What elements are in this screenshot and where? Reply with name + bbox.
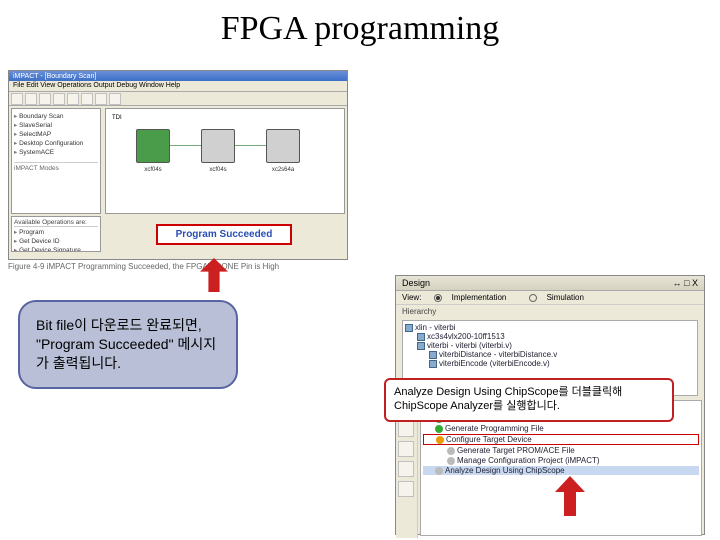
program-succeeded-text: Program Succeeded (176, 229, 273, 240)
impact-window: iMPACT - [Boundary Scan] File Edit View … (8, 70, 348, 260)
chip-icon (417, 333, 425, 341)
op-item[interactable]: Get Device Signature (14, 246, 98, 252)
toolbar-button[interactable] (39, 93, 51, 105)
op-item[interactable]: Get Device ID (14, 237, 98, 245)
hierarchy-item[interactable]: xc3s4vlx200-10ff1513 (405, 332, 695, 341)
tree-item[interactable]: Boundary Scan (14, 112, 98, 120)
tab-label: iMPACT Modes (14, 162, 98, 172)
ops-heading: Available Operations are: (14, 219, 98, 227)
tree-item[interactable]: Desktop Configuration (14, 139, 98, 147)
process-text: Analyze Design Using ChipScope (445, 466, 565, 475)
hierarchy-item[interactable]: xlin - viterbi (405, 323, 695, 332)
hierarchy-text: xlin - viterbi (415, 323, 455, 332)
sidebar-button[interactable] (398, 461, 414, 477)
program-succeeded-highlight: Program Succeeded (156, 224, 293, 245)
module-icon (417, 342, 425, 350)
impact-menubar[interactable]: File Edit View Operations Output Debug W… (9, 81, 347, 92)
hierarchy-item[interactable]: viterbiEncode (viterbiEncode.v) (405, 359, 695, 368)
radio-implementation-label: Implementation (452, 293, 507, 302)
hierarchy-text: xc3s4vlx200-10ff1513 (427, 332, 505, 341)
radio-simulation-label: Simulation (547, 293, 584, 302)
tree-item[interactable]: SlaveSerial (14, 121, 98, 129)
process-analyze-chipscope[interactable]: Analyze Design Using ChipScope (423, 466, 699, 475)
device-label: xcf04s (193, 167, 243, 173)
device-chip[interactable] (201, 129, 235, 163)
process-text: Manage Configuration Project (iMPACT) (457, 456, 600, 465)
process-item[interactable]: Generate Programming File (423, 424, 699, 433)
callout-bitfile: Bit file이 다운로드 완료되면, "Program Succeeded"… (18, 300, 238, 389)
hierarchy-text: viterbi - viterbi (viterbi.v) (427, 341, 512, 350)
process-item[interactable]: Manage Configuration Project (iMPACT) (423, 456, 699, 465)
boundary-scan-canvas[interactable]: TDI xcf04s xcf04s xc2s64a (105, 108, 345, 214)
panel-controls-icon[interactable]: ↔ □ X (673, 278, 698, 288)
sidebar-button[interactable] (398, 441, 414, 457)
toolbar-button[interactable] (53, 93, 65, 105)
process-text: Generate Programming File (445, 424, 544, 433)
canvas-label: TDI (112, 115, 122, 121)
device-chip[interactable] (136, 129, 170, 163)
impact-titlebar: iMPACT - [Boundary Scan] (9, 71, 347, 81)
toolbar-button[interactable] (109, 93, 121, 105)
toolbar-button[interactable] (95, 93, 107, 105)
process-configure-target[interactable]: Configure Target Device (423, 434, 699, 445)
status-done-icon (435, 425, 443, 433)
tree-item[interactable]: SystemACE (14, 148, 98, 156)
status-idle-icon (447, 447, 455, 455)
status-area: Program Succeeded (103, 216, 345, 252)
modes-tree[interactable]: Boundary Scan SlaveSerial SelectMAP Desk… (11, 108, 101, 214)
slide-title: FPGA programming (0, 10, 720, 48)
status-warning-icon (436, 436, 444, 444)
view-mode-row: View: Implementation Simulation (396, 291, 704, 305)
impact-body: Boundary Scan SlaveSerial SelectMAP Desk… (9, 106, 347, 216)
design-title-text: Design (402, 278, 430, 288)
hierarchy-item[interactable]: viterbi - viterbi (viterbi.v) (405, 341, 695, 350)
hierarchy-item[interactable]: viterbiDistance - viterbiDistance.v (405, 350, 695, 359)
callout-chipscope: Analyze Design Using ChipScope를 더블클릭해 Ch… (384, 378, 674, 422)
toolbar-button[interactable] (81, 93, 93, 105)
toolbar-button[interactable] (11, 93, 23, 105)
sidebar-button[interactable] (398, 481, 414, 497)
design-titlebar: Design ↔ □ X (396, 276, 704, 291)
process-text: Generate Target PROM/ACE File (457, 446, 575, 455)
toolbar-button[interactable] (25, 93, 37, 105)
impact-bottom: Available Operations are: Program Get De… (9, 216, 347, 254)
hierarchy-text: viterbiEncode (viterbiEncode.v) (439, 359, 550, 368)
process-text: Configure Target Device (446, 435, 532, 444)
status-idle-icon (435, 467, 443, 475)
device-chip[interactable] (266, 129, 300, 163)
file-icon (405, 324, 413, 332)
op-item[interactable]: Program (14, 228, 98, 236)
impact-toolbar[interactable] (9, 92, 347, 106)
module-icon (429, 360, 437, 368)
radio-implementation[interactable] (434, 294, 442, 302)
sidebar-button[interactable] (398, 421, 414, 437)
operations-panel[interactable]: Available Operations are: Program Get De… (11, 216, 101, 252)
figure-caption: Figure 4-9 iMPACT Programming Succeeded,… (8, 262, 279, 271)
radio-simulation[interactable] (529, 294, 537, 302)
hierarchy-text: viterbiDistance - viterbiDistance.v (439, 350, 557, 359)
view-label: View: (402, 293, 421, 302)
tree-item[interactable]: SelectMAP (14, 130, 98, 138)
hierarchy-label: Hierarchy (396, 305, 704, 318)
device-label: xcf04s (128, 167, 178, 173)
toolbar-button[interactable] (67, 93, 79, 105)
process-item[interactable]: Generate Target PROM/ACE File (423, 446, 699, 455)
status-idle-icon (447, 457, 455, 465)
module-icon (429, 351, 437, 359)
device-label: xc2s64a (258, 167, 308, 173)
